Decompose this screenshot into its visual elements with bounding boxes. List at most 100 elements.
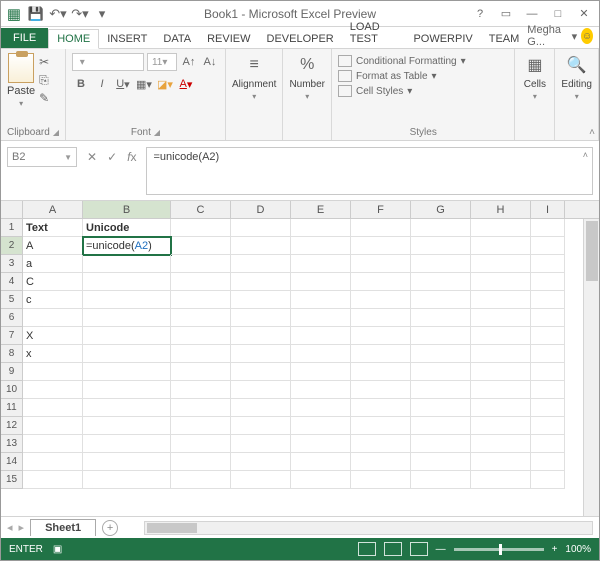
cell-A11[interactable] [23, 399, 83, 417]
fill-color-button[interactable]: ◪▾ [156, 75, 174, 93]
row-header-13[interactable]: 13 [1, 435, 23, 453]
macro-record-icon[interactable]: ▣ [53, 544, 62, 555]
cell-I13[interactable] [531, 435, 565, 453]
cell-D12[interactable] [231, 417, 291, 435]
font-family-dropdown[interactable]: ▾ [72, 53, 144, 71]
cells-button[interactable]: ▦ Cells ▾ [521, 53, 548, 101]
cell-A14[interactable] [23, 453, 83, 471]
clipboard-launcher-icon[interactable]: ◢ [53, 128, 59, 137]
excel-icon[interactable]: ▦ [4, 4, 24, 24]
cell-E7[interactable] [291, 327, 351, 345]
cell-H7[interactable] [471, 327, 531, 345]
cell-A2[interactable]: A [23, 237, 83, 255]
zoom-in-icon[interactable]: + [552, 544, 558, 555]
bold-button[interactable]: B [72, 75, 90, 93]
cell-G9[interactable] [411, 363, 471, 381]
tab-developer[interactable]: DEVELOPER [259, 30, 342, 48]
sheet-nav-prev-icon[interactable]: ◂ [7, 521, 13, 534]
cell-C10[interactable] [171, 381, 231, 399]
vertical-scrollbar[interactable] [583, 219, 599, 516]
cell-I11[interactable] [531, 399, 565, 417]
cell-I14[interactable] [531, 453, 565, 471]
zoom-level[interactable]: 100% [565, 544, 591, 555]
minimize-icon[interactable]: — [520, 4, 544, 24]
cell-I6[interactable] [531, 309, 565, 327]
cell-G4[interactable] [411, 273, 471, 291]
decrease-font-icon[interactable]: A↓ [201, 53, 219, 71]
row-header-5[interactable]: 5 [1, 291, 23, 309]
cell-E9[interactable] [291, 363, 351, 381]
row-header-2[interactable]: 2 [1, 237, 23, 255]
cell-H15[interactable] [471, 471, 531, 489]
cell-H10[interactable] [471, 381, 531, 399]
tab-data[interactable]: DATA [155, 30, 199, 48]
cell-D3[interactable] [231, 255, 291, 273]
cell-E11[interactable] [291, 399, 351, 417]
cell-I1[interactable] [531, 219, 565, 237]
cell-G7[interactable] [411, 327, 471, 345]
cell-E14[interactable] [291, 453, 351, 471]
cell-B6[interactable] [83, 309, 171, 327]
cell-H3[interactable] [471, 255, 531, 273]
cell-B2[interactable]: =unicode(A2) [83, 237, 171, 255]
row-header-7[interactable]: 7 [1, 327, 23, 345]
col-header-i[interactable]: I [531, 201, 565, 218]
row-header-6[interactable]: 6 [1, 309, 23, 327]
undo-icon[interactable]: ↶▾ [48, 4, 68, 24]
sheet-nav-next-icon[interactable]: ▸ [19, 521, 25, 534]
account-dropdown-icon[interactable]: ▾ [572, 30, 578, 43]
editing-button[interactable]: 🔍 Editing ▾ [561, 53, 592, 101]
row-header-10[interactable]: 10 [1, 381, 23, 399]
col-header-f[interactable]: F [351, 201, 411, 218]
cell-F1[interactable] [351, 219, 411, 237]
cell-D4[interactable] [231, 273, 291, 291]
cell-E12[interactable] [291, 417, 351, 435]
cell-A15[interactable] [23, 471, 83, 489]
cell-D15[interactable] [231, 471, 291, 489]
row-header-3[interactable]: 3 [1, 255, 23, 273]
tab-powerpiv[interactable]: POWERPIV [405, 30, 480, 48]
cell-A12[interactable] [23, 417, 83, 435]
cell-B12[interactable] [83, 417, 171, 435]
cell-B4[interactable] [83, 273, 171, 291]
cell-E15[interactable] [291, 471, 351, 489]
cell-H8[interactable] [471, 345, 531, 363]
row-header-1[interactable]: 1 [1, 219, 23, 237]
maximize-icon[interactable]: □ [546, 4, 570, 24]
cell-B5[interactable] [83, 291, 171, 309]
cell-I7[interactable] [531, 327, 565, 345]
close-icon[interactable]: ✕ [572, 4, 596, 24]
cell-F2[interactable] [351, 237, 411, 255]
cell-F10[interactable] [351, 381, 411, 399]
cell-E3[interactable] [291, 255, 351, 273]
cell-G8[interactable] [411, 345, 471, 363]
cell-C13[interactable] [171, 435, 231, 453]
cell-C11[interactable] [171, 399, 231, 417]
cell-E6[interactable] [291, 309, 351, 327]
cell-F14[interactable] [351, 453, 411, 471]
cell-G13[interactable] [411, 435, 471, 453]
cell-F11[interactable] [351, 399, 411, 417]
cell-H11[interactable] [471, 399, 531, 417]
cell-F5[interactable] [351, 291, 411, 309]
cell-B9[interactable] [83, 363, 171, 381]
col-header-d[interactable]: D [231, 201, 291, 218]
cell-I15[interactable] [531, 471, 565, 489]
row-header-4[interactable]: 4 [1, 273, 23, 291]
row-header-12[interactable]: 12 [1, 417, 23, 435]
cell-B10[interactable] [83, 381, 171, 399]
cell-A8[interactable]: x [23, 345, 83, 363]
cell-A4[interactable]: C [23, 273, 83, 291]
number-button[interactable]: % Number ▾ [289, 53, 325, 101]
cell-E4[interactable] [291, 273, 351, 291]
copy-icon[interactable]: ⎘ [39, 73, 55, 87]
cell-D8[interactable] [231, 345, 291, 363]
cell-D2[interactable] [231, 237, 291, 255]
user-label[interactable]: Megha G... [527, 24, 567, 48]
cell-H13[interactable] [471, 435, 531, 453]
cell-I9[interactable] [531, 363, 565, 381]
cell-C8[interactable] [171, 345, 231, 363]
cell-E2[interactable] [291, 237, 351, 255]
cell-E13[interactable] [291, 435, 351, 453]
enter-formula-icon[interactable]: ✓ [107, 150, 117, 164]
